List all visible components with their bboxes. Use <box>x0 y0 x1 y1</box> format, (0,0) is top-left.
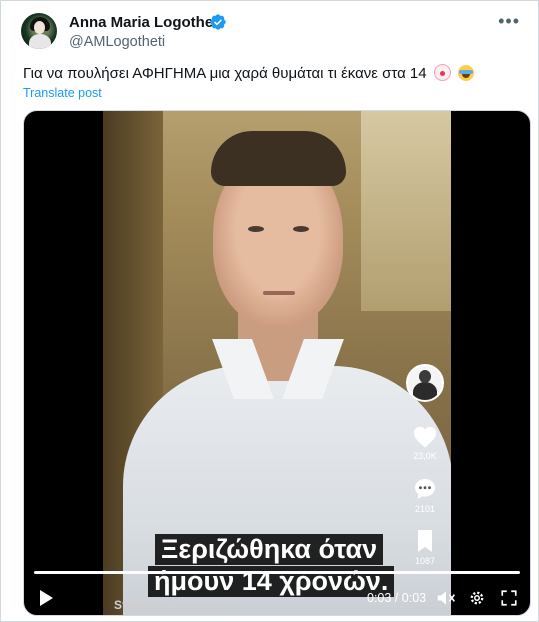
translate-post-link[interactable]: Translate post <box>23 86 102 100</box>
save-action: 1087 <box>408 529 442 566</box>
fullscreen-icon[interactable] <box>500 589 518 607</box>
author-handle[interactable]: @AMLogotheti <box>69 34 165 50</box>
video-caption-line-1: Ξεριζώθηκα όταν <box>155 534 384 565</box>
heart-icon <box>413 426 437 448</box>
progress-bar[interactable] <box>34 571 520 574</box>
tweet-text-content: Για να πουλήσει ΑΦΗΓΗΜΑ μια χαρά θυμάται… <box>23 65 427 82</box>
author-avatar[interactable] <box>21 13 57 49</box>
comment-action: 2101 <box>408 477 442 514</box>
creator-avatar <box>406 364 444 402</box>
comment-icon <box>415 479 435 499</box>
save-count: 1087 <box>414 556 436 566</box>
more-options-icon[interactable]: ••• <box>498 11 520 32</box>
time-current: 0:03 <box>367 591 392 605</box>
tweet-card: Anna Maria Logotheti @AMLogotheti ••• Γι… <box>0 0 539 622</box>
verified-badge-icon <box>210 14 226 30</box>
bookmark-icon <box>418 530 432 552</box>
time-total: 0:03 <box>401 591 427 605</box>
tears-of-joy-icon <box>457 65 474 81</box>
author-name[interactable]: Anna Maria Logotheti <box>69 14 222 31</box>
tweet-text: Για να πουλήσει ΑΦΗΓΗΜΑ μια χαρά θυμάται… <box>23 64 474 82</box>
mute-icon[interactable] <box>436 589 456 607</box>
like-action: 23,0K <box>408 424 442 461</box>
like-count: 23,0K <box>413 451 437 461</box>
video-controls: 0:03 / 0:03 <box>24 581 530 615</box>
comment-count: 2101 <box>414 504 436 514</box>
video-time: 0:03 / 0:03 <box>367 591 427 605</box>
video-player[interactable]: 23,0K 2101 1087 Ξεριζώθηκα όταν ήμουν 14… <box>23 110 531 616</box>
settings-gear-icon[interactable] <box>468 589 486 607</box>
clown-face-icon <box>433 64 451 81</box>
play-icon[interactable] <box>38 589 54 607</box>
